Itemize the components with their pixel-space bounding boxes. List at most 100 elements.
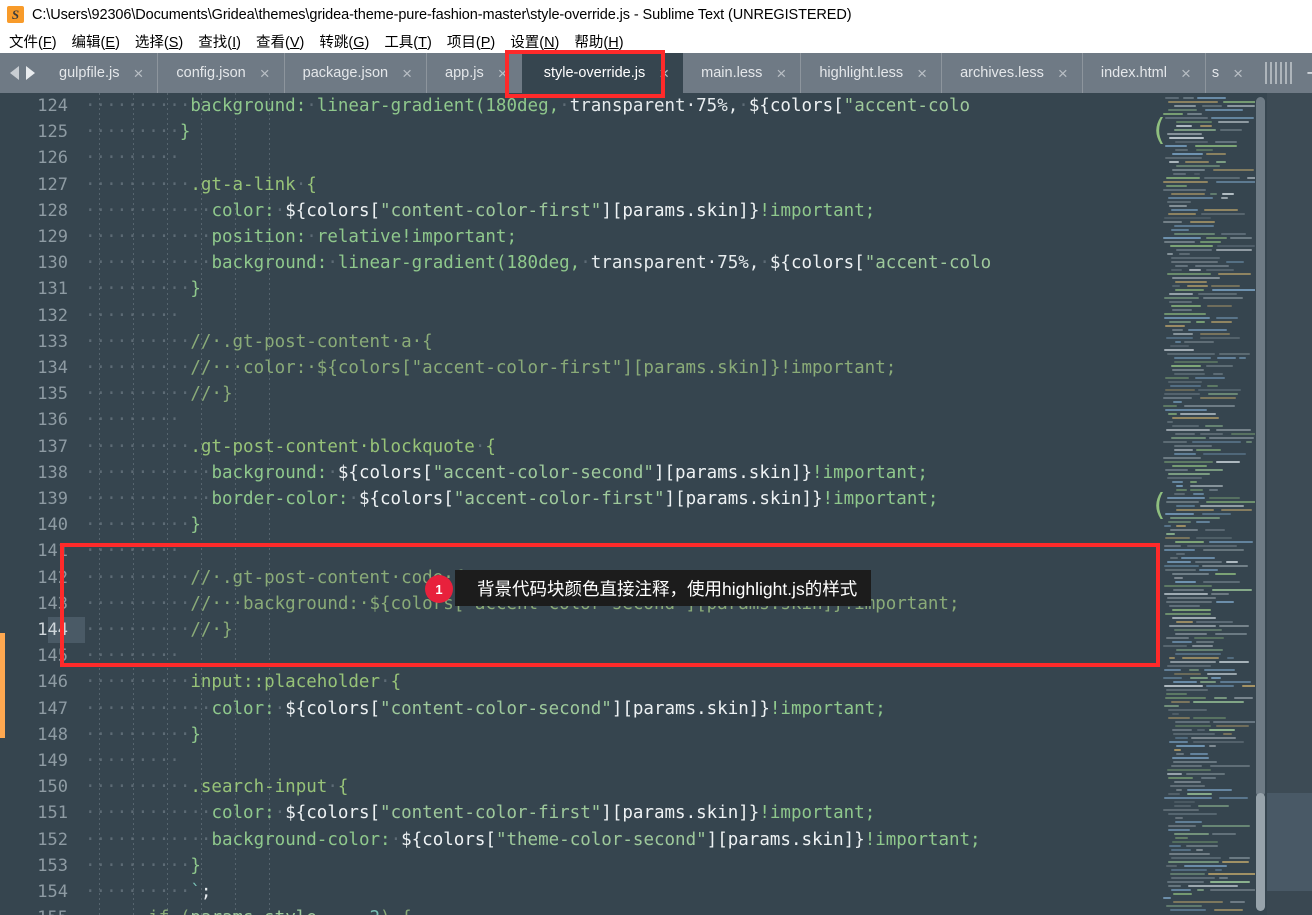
minimap-line (1166, 905, 1202, 907)
tab-gulpfile-js[interactable]: gulpfile.js × (41, 53, 158, 93)
tab-main-less[interactable]: main.less × (683, 53, 801, 93)
minimap-line (1164, 585, 1212, 587)
menu-item-v[interactable]: 查看(V) (250, 31, 310, 52)
code-line[interactable]: 149 ········· (0, 748, 1155, 774)
triangle-right-icon[interactable] (26, 66, 35, 80)
tab-package-json[interactable]: package.json × (283, 53, 427, 93)
code-line[interactable]: 139 ············border-color:·${colors["a… (0, 486, 1155, 512)
tab-config-json[interactable]: config.json × (157, 53, 284, 93)
menu-item-i[interactable]: 查找(I) (192, 31, 247, 52)
new-tab-button[interactable]: + (1306, 59, 1312, 87)
tab-close-icon[interactable]: × (1181, 65, 1191, 82)
code-line[interactable]: 150 ··········.search-input·{ (0, 774, 1155, 800)
minimap-line (1174, 233, 1215, 235)
tab-close-icon[interactable]: × (1058, 65, 1068, 82)
code-line[interactable]: 141 ········· (0, 538, 1155, 564)
minimap-line (1189, 269, 1201, 271)
code-lines-container[interactable]: 124 ··········background:·linear-gradient… (0, 93, 1155, 915)
code-line[interactable]: 138 ············background:·${colors["acc… (0, 460, 1155, 486)
code-line[interactable]: 125 ·········} (0, 119, 1155, 145)
minimap-line (1171, 765, 1202, 767)
tab-nav-arrows[interactable] (0, 53, 41, 93)
minimap-line (1195, 145, 1237, 147)
menu-item-g[interactable]: 转跳(G) (313, 31, 375, 52)
code-line[interactable]: 148 ··········} (0, 722, 1155, 748)
minimap-line (1168, 109, 1197, 111)
menu-item-f[interactable]: 文件(F) (3, 31, 63, 52)
code-line[interactable]: 131 ··········} (0, 276, 1155, 302)
code-line[interactable]: 146 ··········input::placeholder·{ (0, 669, 1155, 695)
code-line[interactable]: 152 ············background-color:·${color… (0, 827, 1155, 853)
minimap-line (1172, 713, 1179, 715)
tab-index-html[interactable]: index.html × (1081, 53, 1205, 93)
code-line[interactable]: 136 ········· (0, 407, 1155, 433)
code-line[interactable]: 154 ··········`; (0, 879, 1155, 905)
minimap-line (1206, 365, 1233, 367)
tab-highlight-less[interactable]: highlight.less × (800, 53, 942, 93)
code-line[interactable]: 127 ··········.gt-a-link·{ (0, 172, 1155, 198)
code-line[interactable]: 155 ······if·(params.style·===·2)·{ (0, 905, 1155, 915)
minimap-line (1171, 269, 1182, 271)
tab-archives-less[interactable]: archives.less × (941, 53, 1082, 93)
vertical-scrollbar[interactable] (1255, 93, 1267, 915)
minimap-line (1166, 177, 1200, 179)
code-line[interactable]: 153 ··········} (0, 853, 1155, 879)
tab-close-icon[interactable]: × (1233, 65, 1243, 82)
code-line[interactable]: 134 ··········//···color:·${colors["accen… (0, 355, 1155, 381)
code-token: !important; (759, 803, 876, 824)
code-line[interactable]: 144 ··········//·} (0, 617, 1155, 644)
menu-item-s[interactable]: 选择(S) (129, 31, 189, 52)
menu-item-p[interactable]: 项目(P) (441, 31, 501, 52)
code-line[interactable]: 124 ··········background:·linear-gradient… (0, 93, 1155, 119)
code-line[interactable]: 140 ··········} (0, 512, 1155, 538)
tab-bar-controls: + (1255, 53, 1312, 93)
code-line[interactable]: 129 ············position:·relative!import… (0, 224, 1155, 250)
menu-item-t[interactable]: 工具(T) (378, 31, 438, 52)
tab-close-icon[interactable]: × (659, 65, 669, 82)
tab-close-icon[interactable]: × (260, 65, 270, 82)
code-line[interactable]: 137 ··········.gt-post-content·blockquote… (0, 434, 1155, 460)
tab-close-icon[interactable]: × (917, 65, 927, 82)
code-line[interactable]: 132 ········· (0, 303, 1155, 329)
line-content: ··········.gt-a-link·{ (85, 172, 317, 198)
minimap[interactable]: (( (1155, 93, 1265, 915)
line-number: 148 (37, 724, 68, 745)
tab-s[interactable]: s × (1204, 53, 1252, 93)
tab-close-icon[interactable]: × (498, 65, 508, 82)
code-editor[interactable]: 124 ··········background:·linear-gradient… (0, 93, 1312, 915)
code-token: "content-color-first" (380, 200, 602, 221)
minimap-line (1167, 497, 1205, 499)
code-line[interactable]: 135 ··········//·} (0, 381, 1155, 407)
minimap-line (1176, 553, 1185, 555)
code-line[interactable]: 147 ············color:·${colors["content-… (0, 696, 1155, 722)
minimap-line (1209, 489, 1218, 491)
code-line[interactable]: 151 ············color:·${colors["content-… (0, 800, 1155, 826)
minimap-line (1216, 461, 1240, 463)
minimap-line (1175, 281, 1207, 283)
scrollbar-thumb-viewport[interactable] (1256, 793, 1265, 911)
tab-close-icon[interactable]: × (402, 65, 412, 82)
menu-item-n[interactable]: 设置(N) (504, 31, 565, 52)
code-line[interactable]: 126 ········· (0, 145, 1155, 171)
tab-app-js[interactable]: app.js × (426, 53, 522, 93)
code-line[interactable]: 145 ········· (0, 643, 1155, 669)
code-line[interactable]: 128 ············color:·${colors["content-… (0, 198, 1155, 224)
menu-item-h[interactable]: 帮助(H) (568, 31, 629, 52)
code-token: ·········· (85, 567, 191, 588)
tab-close-icon[interactable]: × (133, 65, 143, 82)
code-token: · (306, 227, 317, 247)
code-line[interactable]: 133 ··········//·.gt-post-content·a·{ (0, 329, 1155, 355)
triangle-left-icon[interactable] (10, 66, 19, 80)
code-token: //·} (190, 384, 233, 405)
tab-close-icon[interactable]: × (776, 65, 786, 82)
line-number: 135 (37, 384, 68, 405)
menu-item-e[interactable]: 编辑(E) (66, 31, 126, 52)
code-token: //·.gt-post-content·code·{ (190, 567, 465, 588)
code-token: "content-color-second" (380, 698, 612, 719)
minimap-line (1168, 777, 1193, 779)
minimap-line (1209, 729, 1235, 731)
tab-style-override-js[interactable]: style-override.js × (521, 53, 684, 93)
minimap-line (1172, 369, 1204, 371)
code-line[interactable]: 130 ············background:·linear-gradie… (0, 250, 1155, 276)
scrollbar-thumb[interactable] (1256, 97, 1265, 797)
